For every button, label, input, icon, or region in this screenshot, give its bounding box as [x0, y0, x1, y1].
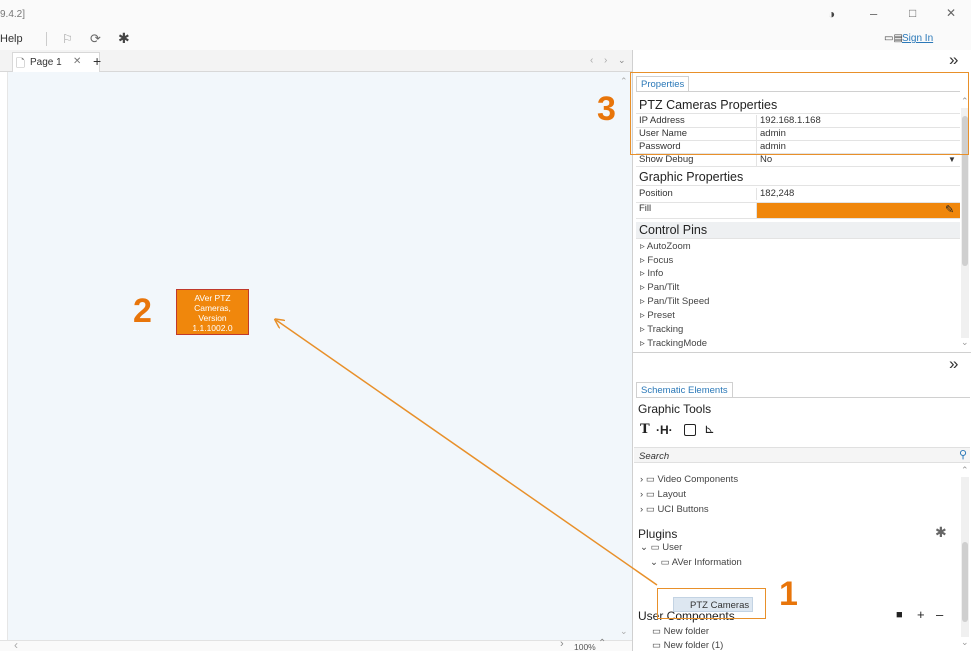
annotation-arrow — [276, 320, 658, 586]
annotation-arrow-layer — [0, 0, 658, 586]
